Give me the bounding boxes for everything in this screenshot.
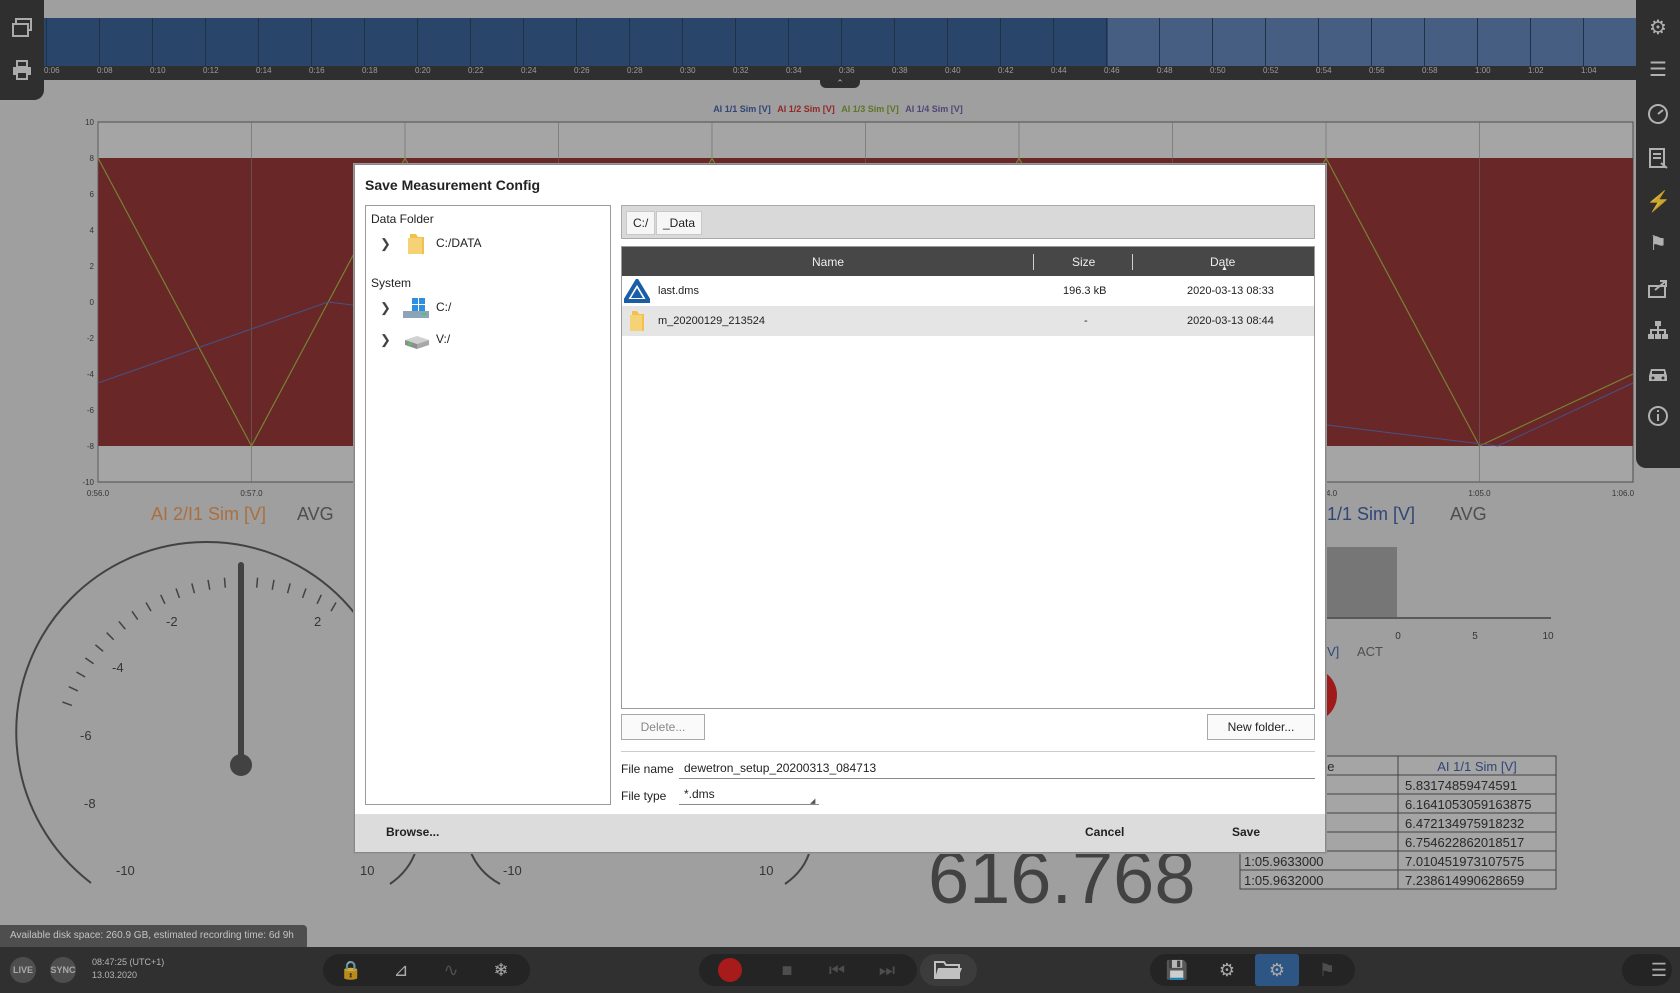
file-name: last.dms bbox=[658, 285, 699, 297]
file-row-selected[interactable]: m_20200129_213524 - 2020-03-13 08:44 bbox=[622, 306, 1314, 336]
column-divider[interactable] bbox=[1033, 254, 1034, 270]
tree-header-data-folder: Data Folder bbox=[371, 212, 434, 226]
tree-item-label: C:/DATA bbox=[436, 236, 482, 250]
delete-button[interactable]: Delete... bbox=[621, 714, 705, 740]
file-row[interactable]: last.dms 196.3 kB 2020-03-13 08:33 bbox=[621, 276, 1314, 306]
column-size[interactable]: Size bbox=[1072, 255, 1095, 269]
resize-grip-icon: ◢ bbox=[810, 798, 816, 805]
tree-item-v-drive[interactable]: ❯ V:/ bbox=[380, 326, 600, 354]
dewetron-logo-icon bbox=[621, 277, 653, 306]
folder-icon bbox=[626, 309, 648, 336]
network-drive-icon bbox=[402, 328, 430, 352]
tree-item-data[interactable]: ❯ C:/DATA bbox=[380, 230, 600, 258]
divider bbox=[621, 751, 1315, 752]
chevron-right-icon[interactable]: ❯ bbox=[380, 300, 391, 316]
file-size: 196.3 kB bbox=[1063, 285, 1107, 297]
breadcrumb-data[interactable]: _Data bbox=[656, 211, 703, 235]
file-list-header: Name Size Date ▲ bbox=[622, 247, 1314, 276]
dialog-footer: Browse... Cancel Save bbox=[355, 814, 1325, 852]
app-root: 0:06 0:08 0:10 0:12 0:14 0:16 0:18 0:20 0:22 0:24… bbox=[0, 0, 1680, 993]
tree-item-c-drive[interactable]: ❯ C:/ bbox=[380, 294, 600, 322]
tree-item-label: V:/ bbox=[436, 332, 451, 346]
chevron-right-icon[interactable]: ❯ bbox=[380, 236, 391, 252]
tree-item-label: C:/ bbox=[436, 300, 452, 314]
path-breadcrumb: C:/ _Data bbox=[621, 205, 1315, 239]
windows-drive-icon bbox=[402, 296, 430, 320]
file-date: 2020-03-13 08:33 bbox=[1187, 285, 1274, 297]
chevron-right-icon[interactable]: ❯ bbox=[380, 332, 391, 348]
file-list: Name Size Date ▲ last.dms 196.3 kB 2020-… bbox=[621, 246, 1315, 709]
folder-icon bbox=[402, 232, 430, 256]
save-button[interactable]: Save bbox=[1232, 825, 1260, 839]
cancel-button[interactable]: Cancel bbox=[1085, 825, 1124, 839]
save-config-dialog: Save Measurement Config Data Folder ❯ C:… bbox=[354, 164, 1326, 853]
file-size: - bbox=[1084, 315, 1088, 327]
file-type-label: File type bbox=[621, 789, 667, 803]
file-date: 2020-03-13 08:44 bbox=[1187, 315, 1274, 327]
folder-tree: Data Folder ❯ C:/DATA System ❯ C:/ ❯ V:/ bbox=[365, 205, 611, 805]
file-type-select[interactable]: *.dms bbox=[679, 785, 819, 805]
browse-button[interactable]: Browse... bbox=[386, 825, 439, 839]
column-name[interactable]: Name bbox=[812, 255, 844, 269]
new-folder-button[interactable]: New folder... bbox=[1207, 714, 1315, 740]
file-name-label: File name bbox=[621, 762, 674, 776]
column-divider[interactable] bbox=[1132, 254, 1133, 270]
breadcrumb-root[interactable]: C:/ bbox=[626, 211, 656, 235]
sort-ascending-icon: ▲ bbox=[1221, 265, 1228, 272]
file-name: m_20200129_213524 bbox=[658, 315, 766, 327]
tree-header-system: System bbox=[371, 276, 412, 290]
dialog-title: Save Measurement Config bbox=[365, 177, 541, 193]
file-name-input[interactable]: dewetron_setup_20200313_084713 bbox=[679, 759, 1315, 779]
